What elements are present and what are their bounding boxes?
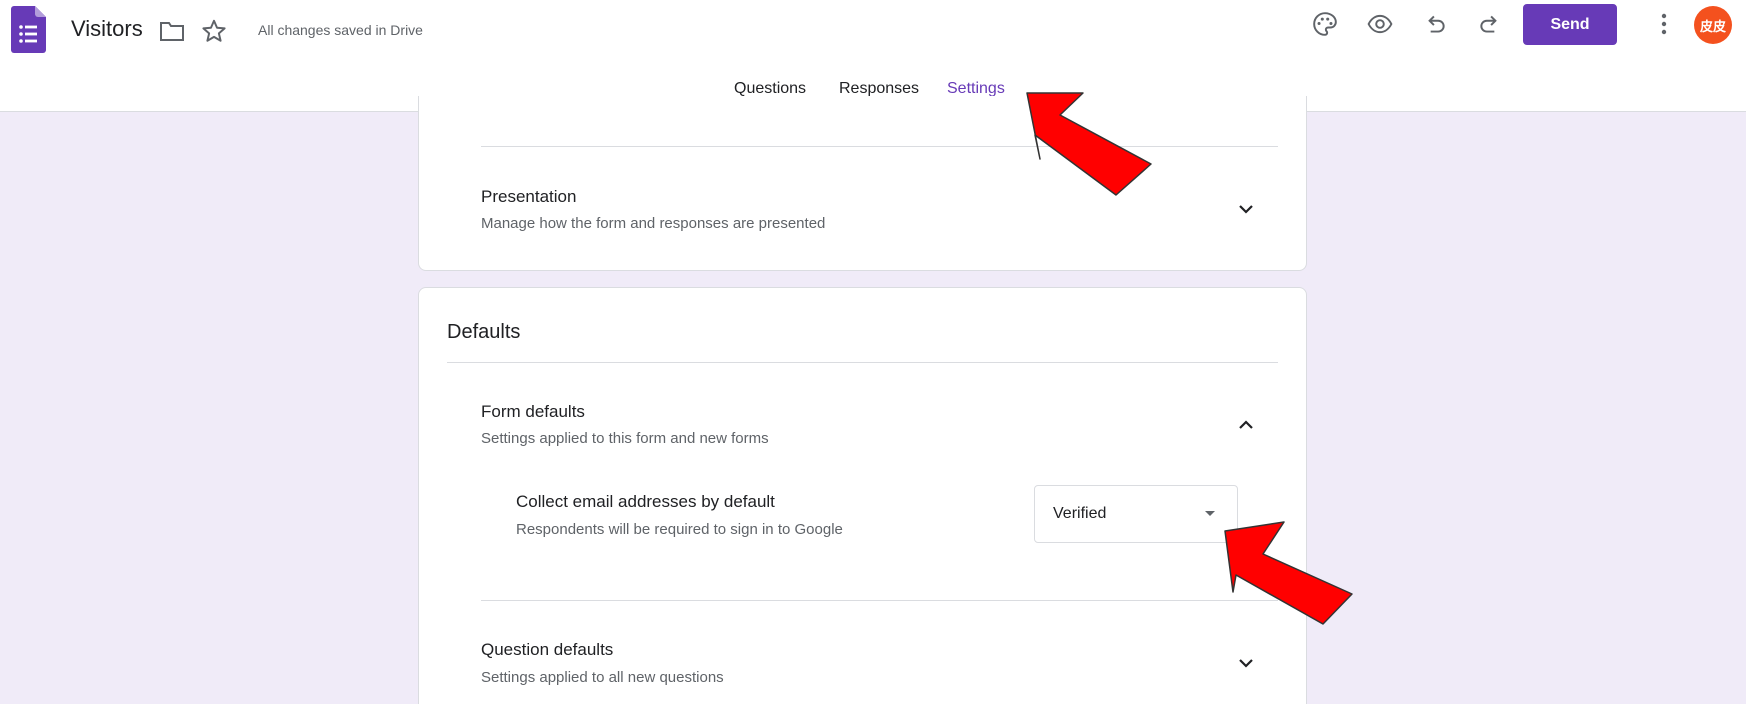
form-defaults-subtitle: Settings applied to this form and new fo…	[481, 430, 769, 447]
dropdown-arrow-icon	[1205, 511, 1215, 516]
chevron-down-icon[interactable]	[1234, 197, 1258, 221]
undo-icon[interactable]	[1418, 7, 1452, 41]
chevron-down-icon[interactable]	[1234, 651, 1258, 675]
dropdown-value: Verified	[1053, 505, 1107, 522]
question-defaults-subtitle: Settings applied to all new questions	[481, 669, 724, 686]
star-icon[interactable]	[197, 14, 231, 48]
save-status: All changes saved in Drive	[258, 22, 423, 38]
question-defaults-title: Question defaults	[481, 640, 614, 659]
palette-icon[interactable]	[1308, 7, 1342, 41]
eye-icon[interactable]	[1363, 7, 1397, 41]
collect-email-subtitle: Respondents will be required to sign in …	[516, 521, 843, 538]
form-title[interactable]: Visitors	[71, 16, 143, 42]
presentation-title: Presentation	[481, 187, 577, 206]
collect-email-dropdown[interactable]: Verified	[1034, 485, 1238, 543]
divider	[481, 600, 1278, 601]
avatar[interactable]: 皮皮	[1694, 6, 1732, 44]
presentation-card: Presentation Manage how the form and res…	[418, 96, 1307, 271]
collect-email-title: Collect email addresses by default	[516, 492, 775, 511]
divider	[481, 146, 1278, 147]
chevron-up-icon[interactable]	[1234, 413, 1258, 437]
folder-icon[interactable]	[155, 14, 189, 48]
form-defaults-title: Form defaults	[481, 402, 585, 421]
send-button[interactable]: Send	[1523, 4, 1617, 45]
defaults-title: Defaults	[447, 321, 521, 343]
presentation-subtitle: Manage how the form and responses are pr…	[481, 215, 826, 232]
forms-logo-icon[interactable]	[11, 6, 46, 53]
divider	[447, 362, 1278, 363]
more-vert-icon[interactable]	[1647, 7, 1681, 41]
redo-icon[interactable]	[1473, 7, 1507, 41]
